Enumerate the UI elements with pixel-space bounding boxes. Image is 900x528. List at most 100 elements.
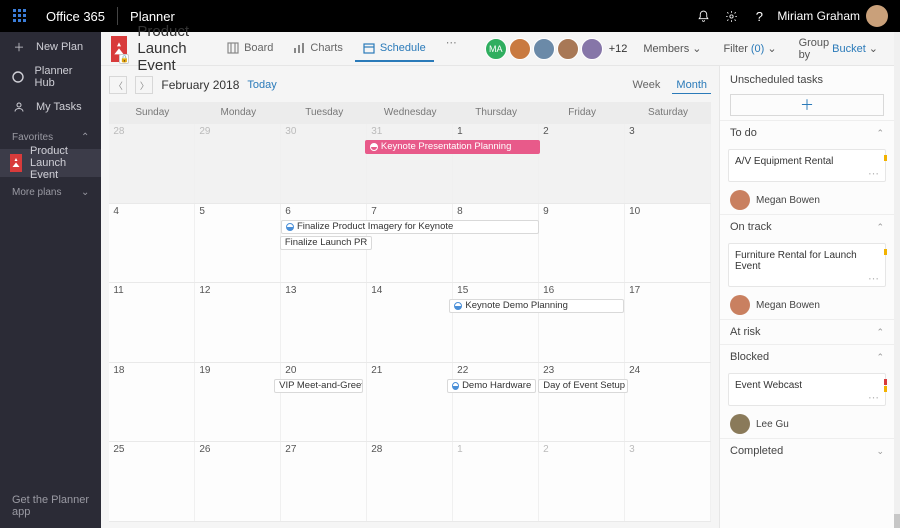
calendar-week: 25262728123 [109, 442, 711, 522]
calendar-day-cell[interactable]: 4 [109, 204, 195, 283]
today-button[interactable]: Today [247, 79, 276, 91]
calendar-day-cell[interactable]: 10 [625, 204, 711, 283]
calendar-event[interactable]: Day of Event Setup [538, 379, 627, 393]
more-plans-section[interactable]: More plans ⌄ [0, 177, 101, 204]
app-launcher-icon[interactable] [8, 4, 32, 28]
calendar-day-cell[interactable]: 15 [453, 283, 539, 362]
scrollbar[interactable] [894, 32, 900, 528]
calendar-event[interactable]: Finalize Product Imagery for Keynote [281, 220, 539, 234]
calendar-event[interactable]: Finalize Launch PR [280, 236, 372, 250]
calendar-day-cell[interactable]: 7 [367, 204, 453, 283]
app-name[interactable]: Planner [122, 9, 183, 24]
planner-hub-link[interactable]: Planner Hub [0, 62, 101, 92]
calendar-day-cell[interactable]: 13 [281, 283, 367, 362]
bucket-atrisk[interactable]: At risk⌃ [720, 319, 894, 344]
settings-gear-icon[interactable] [717, 10, 745, 23]
member-avatars[interactable]: MA +12 [485, 38, 628, 60]
calendar-day-cell[interactable]: 11 [109, 283, 195, 362]
calendar-day-cell[interactable]: 12 [195, 283, 281, 362]
calendar-day-cell[interactable]: 9 [539, 204, 625, 283]
calendar-day-cell[interactable]: 23 [539, 363, 625, 442]
plus-icon: ＋ [12, 40, 26, 54]
lock-icon: 🔒 [119, 54, 129, 64]
calendar-view: 〈 〉 February 2018 Today Week Month Sunda… [101, 66, 719, 528]
task-card[interactable]: A/V Equipment Rental ⋯ [728, 149, 886, 182]
user-menu[interactable]: Miriam Graham [773, 5, 892, 27]
notifications-icon[interactable] [689, 10, 717, 23]
scrollbar-thumb[interactable] [894, 514, 900, 528]
filter-dropdown[interactable]: Filter(0)⌄ [717, 42, 782, 55]
calendar-day-cell[interactable]: 28 [367, 442, 453, 521]
calendar-day-cell[interactable]: 16 [539, 283, 625, 362]
calendar-day-cell[interactable]: 17 [625, 283, 711, 362]
calendar-day-cell[interactable]: 14 [367, 283, 453, 362]
suite-brand[interactable]: Office 365 [38, 9, 113, 24]
member-avatar [557, 38, 579, 60]
calendar-day-cell[interactable]: 30 [281, 124, 367, 203]
calendar-day-cell[interactable]: 24 [625, 363, 711, 442]
task-card[interactable]: Furniture Rental for Launch Event ⋯ [728, 243, 886, 287]
prev-month-button[interactable]: 〈 [109, 76, 127, 94]
calendar-day-cell[interactable]: 20 [281, 363, 367, 442]
bucket-ontrack[interactable]: On track⌃ [720, 214, 894, 239]
sidebar-plan-item[interactable]: Product Launch Event [0, 149, 101, 177]
member-avatar: MA [485, 38, 507, 60]
calendar-day-cell[interactable]: 1 [453, 442, 539, 521]
calendar-day-cell[interactable]: 2 [539, 442, 625, 521]
calendar-day-cell[interactable]: 2 [539, 124, 625, 203]
right-panel: Unscheduled tasks ＋ To do⌃ A/V Equipment… [719, 66, 894, 528]
card-menu-icon[interactable]: ⋯ [735, 276, 879, 282]
my-tasks-link[interactable]: My Tasks [0, 92, 101, 122]
task-title: Event Webcast [735, 380, 879, 391]
members-dropdown[interactable]: Members⌄ [637, 42, 707, 55]
card-menu-icon[interactable]: ⋯ [735, 395, 879, 401]
group-by-dropdown[interactable]: Group byBucket⌄ [793, 37, 884, 61]
calendar-week: 45678910Finalize Product Imagery for Key… [109, 204, 711, 284]
calendar-day-cell[interactable]: 19 [195, 363, 281, 442]
calendar-day-cell[interactable]: 5 [195, 204, 281, 283]
calendar-day-cell[interactable]: 1 [453, 124, 539, 203]
calendar-event[interactable]: VIP Meet-and-Greet [274, 379, 363, 393]
calendar-day-cell[interactable]: 25 [109, 442, 195, 521]
new-plan-button[interactable]: ＋ New Plan [0, 32, 101, 62]
weekday-label: Friday [539, 102, 625, 124]
bucket-completed[interactable]: Completed⌄ [720, 438, 894, 463]
current-month-label: February 2018 [161, 78, 239, 92]
calendar-event[interactable]: Keynote Demo Planning [449, 299, 624, 313]
calendar-day-cell[interactable]: 22 [453, 363, 539, 442]
plan-tile-icon [10, 154, 22, 172]
tab-charts[interactable]: Charts [285, 36, 350, 62]
bucket-todo[interactable]: To do⌃ [720, 120, 894, 145]
calendar-day-cell[interactable]: 28 [109, 124, 195, 203]
chevron-down-icon: ⌄ [692, 42, 701, 55]
get-app-link[interactable]: Get the Planner app [0, 484, 101, 528]
calendar-day-cell[interactable]: 18 [109, 363, 195, 442]
calendar-event[interactable]: Keynote Presentation Planning [365, 140, 540, 154]
calendar-day-cell[interactable]: 3 [625, 442, 711, 521]
more-tabs-icon[interactable]: ⋯ [438, 36, 465, 62]
weekday-header: SundayMondayTuesdayWednesdayThursdayFrid… [109, 102, 711, 124]
help-icon[interactable]: ? [745, 9, 773, 24]
card-menu-icon[interactable]: ⋯ [735, 171, 879, 177]
chevron-up-icon: ⌃ [876, 128, 884, 139]
chevron-down-icon: ⌄ [876, 446, 884, 457]
bucket-blocked[interactable]: Blocked⌃ [720, 344, 894, 369]
weekday-label: Sunday [109, 102, 195, 124]
view-week-tab[interactable]: Week [629, 77, 665, 93]
calendar-day-cell[interactable]: 21 [367, 363, 453, 442]
tab-schedule[interactable]: Schedule [355, 36, 434, 62]
calendar-day-cell[interactable]: 29 [195, 124, 281, 203]
calendar-day-cell[interactable]: 27 [281, 442, 367, 521]
user-name: Miriam Graham [777, 9, 860, 23]
member-avatar [581, 38, 603, 60]
calendar-event[interactable]: Demo Hardware [447, 379, 536, 393]
calendar-day-cell[interactable]: 26 [195, 442, 281, 521]
calendar-day-cell[interactable]: 31 [367, 124, 453, 203]
calendar-day-cell[interactable]: 3 [625, 124, 711, 203]
task-card[interactable]: Event Webcast ⋯ [728, 373, 886, 406]
calendar-day-cell[interactable]: 8 [453, 204, 539, 283]
tab-board[interactable]: Board [219, 36, 281, 62]
add-task-button[interactable]: ＋ [730, 94, 884, 116]
view-month-tab[interactable]: Month [672, 77, 711, 94]
next-month-button[interactable]: 〉 [135, 76, 153, 94]
